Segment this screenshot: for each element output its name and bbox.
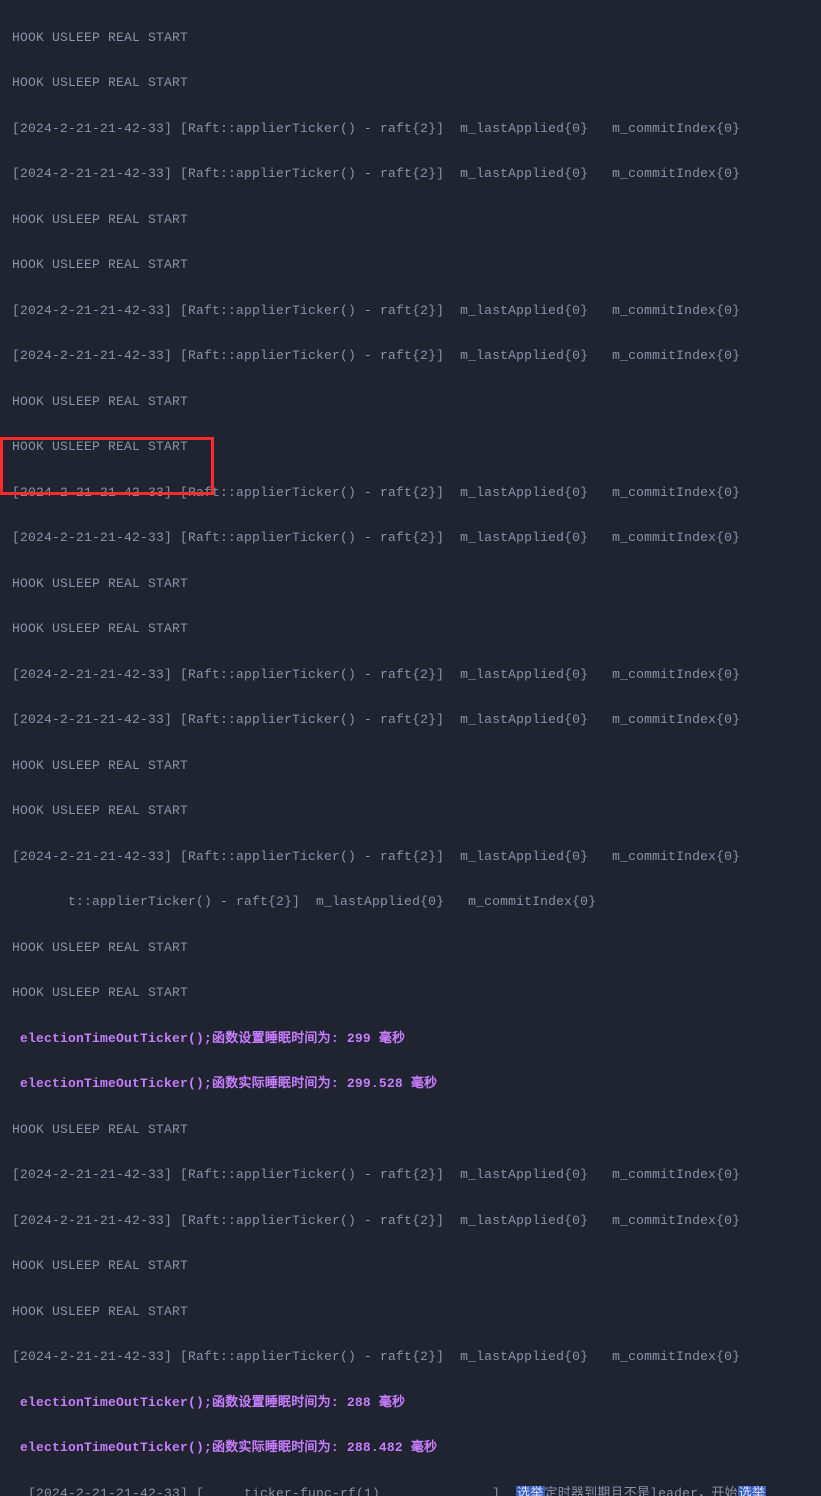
log-line: HOOK USLEEP REAL START [12,982,813,1005]
log-line: HOOK USLEEP REAL START [12,755,813,778]
log-line: HOOK USLEEP REAL START [12,209,813,232]
log-line: HOOK USLEEP REAL START [12,1301,813,1324]
log-line: HOOK USLEEP REAL START [12,254,813,277]
log-line: [2024-2-21-21-42-33] [Raft::applierTicke… [12,846,813,869]
log-line: [2024-2-21-21-42-33] [Raft::applierTicke… [12,709,813,732]
log-line-election: electionTimeOutTicker();函数设置睡眠时间为: 288 毫… [12,1392,813,1415]
log-line: HOOK USLEEP REAL START [12,27,813,50]
log-line: HOOK USLEEP REAL START [12,436,813,459]
log-output: HOOK USLEEP REAL START HOOK USLEEP REAL … [0,0,821,1496]
log-line: HOOK USLEEP REAL START [12,573,813,596]
log-line: [2024-2-21-21-42-33] [Raft::applierTicke… [12,482,813,505]
log-line: HOOK USLEEP REAL START [12,72,813,95]
log-line: t::applierTicker() - raft{2}] m_lastAppl… [12,891,813,914]
log-line: [2024-2-21-21-42-33] [Raft::applierTicke… [12,1210,813,1233]
log-line: [2024-2-21-21-42-33] [Raft::applierTicke… [12,1164,813,1187]
selected-text[interactable]: 选举 [516,1486,544,1496]
log-line-final: [2024-2-21-21-42-33] [ ticker-func-rf(1)… [12,1483,813,1496]
log-line: HOOK USLEEP REAL START [12,618,813,641]
log-line: [2024-2-21-21-42-33] [Raft::applierTicke… [12,664,813,687]
log-line: HOOK USLEEP REAL START [12,800,813,823]
log-line-election: electionTimeOutTicker();函数实际睡眠时间为: 288.4… [12,1437,813,1460]
log-line: [2024-2-21-21-42-33] [Raft::applierTicke… [12,345,813,368]
log-line: HOOK USLEEP REAL START [12,391,813,414]
log-line: HOOK USLEEP REAL START [12,937,813,960]
log-line: [2024-2-21-21-42-33] [Raft::applierTicke… [12,527,813,550]
log-line-election: electionTimeOutTicker();函数实际睡眠时间为: 299.5… [12,1073,813,1096]
log-line: [2024-2-21-21-42-33] [Raft::applierTicke… [12,163,813,186]
log-line: [2024-2-21-21-42-33] [Raft::applierTicke… [12,118,813,141]
log-line: [2024-2-21-21-42-33] [Raft::applierTicke… [12,300,813,323]
log-line: [2024-2-21-21-42-33] [Raft::applierTicke… [12,1346,813,1369]
selected-text[interactable]: 选举 [738,1486,766,1496]
log-line: HOOK USLEEP REAL START [12,1119,813,1142]
log-line-election: electionTimeOutTicker();函数设置睡眠时间为: 299 毫… [12,1028,813,1051]
log-line: HOOK USLEEP REAL START [12,1255,813,1278]
